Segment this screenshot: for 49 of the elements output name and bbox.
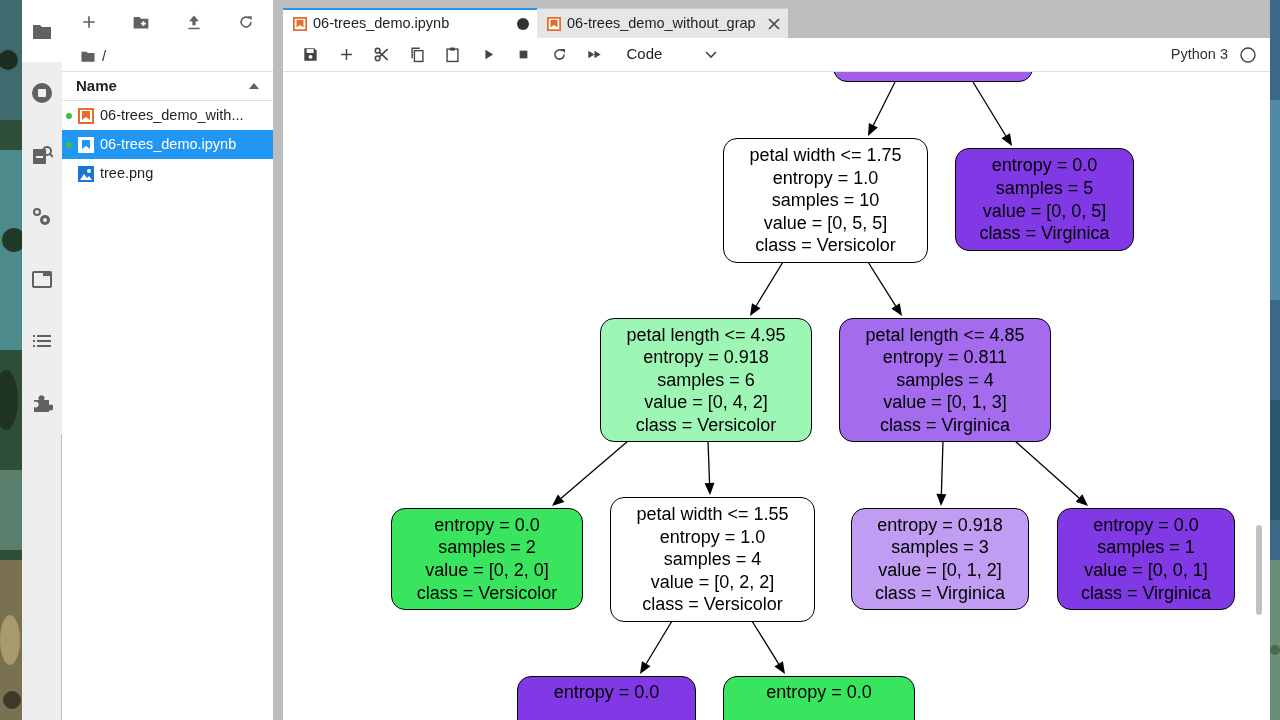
cell-type-dropdown[interactable]: Code	[626, 43, 723, 66]
tree-edge	[704, 440, 715, 495]
tree-node: entropy = 0.918 samples = 3 value = [0, 1, 2] class = Virginica	[851, 508, 1029, 610]
gears-icon[interactable]	[31, 206, 53, 228]
tree-edge	[640, 620, 673, 674]
tree-edge	[868, 81, 896, 136]
column-header[interactable]: Name	[62, 71, 273, 101]
tree-node: entropy = 0.0	[723, 676, 915, 720]
window-icon[interactable]	[31, 268, 53, 290]
tree-edge	[972, 81, 1012, 146]
document-tab[interactable]: 06-trees_demo.ipynb	[283, 8, 537, 38]
image-icon	[78, 165, 94, 182]
tree-edge	[750, 261, 784, 316]
tree-node: petal length <= 4.85 entropy = 0.811 samples = 4 value = [0, 1, 3] class = Virginica	[839, 318, 1051, 442]
document-tab[interactable]: 06-trees_demo_without_grap	[537, 8, 788, 38]
tree-edge	[751, 620, 785, 674]
tree-node: petal length <= 4.95 entropy = 0.918 samples = 6 value = [0, 4, 2] class = Versicolor	[600, 318, 812, 442]
scrollbar-thumb[interactable]	[1256, 525, 1262, 615]
add-icon[interactable]	[80, 13, 98, 31]
stop-circle-icon[interactable]	[31, 82, 53, 104]
kernel-name[interactable]: Python 3	[1170, 43, 1228, 66]
notebook-icon	[78, 107, 94, 124]
breadcrumb[interactable]: /	[102, 44, 107, 68]
notebook-icon	[547, 16, 561, 31]
chevron-down-icon[interactable]	[704, 50, 717, 59]
sidebar-tab[interactable]	[22, 0, 62, 62]
tree-node: petal width <= 1.55 entropy = 1.0 samples = 4 value = [0, 2, 2] class = Versicolor	[610, 497, 815, 622]
sort-arrow-icon[interactable]	[249, 83, 259, 89]
file-row[interactable]: tree.png	[62, 159, 273, 188]
close-icon[interactable]	[768, 17, 780, 30]
save-icon[interactable]	[302, 46, 320, 63]
tree-edge	[867, 261, 902, 316]
tree-node: entropy = 0.0 samples = 5 value = [0, 0, 5] class = Virginica	[955, 148, 1134, 251]
refresh-icon[interactable]	[237, 13, 255, 31]
tree-node: entropy = 0.0 samples = 1 value = [0, 0, 1] class = Virginica	[1057, 508, 1235, 610]
notebook-icon	[78, 136, 94, 153]
file-row[interactable]: 06-trees_demo_with...	[62, 101, 273, 130]
tree-edge	[936, 440, 947, 506]
copy-icon[interactable]	[408, 46, 426, 63]
scissors-icon[interactable]	[373, 46, 391, 63]
clipboard-icon[interactable]	[444, 46, 462, 63]
tree-node: entropy = 0.0 samples = 2 value = [0, 2, 0] class = Versicolor	[391, 508, 583, 610]
kernel-idle-icon	[1240, 46, 1256, 63]
tree-node: entropy = 0.0	[517, 676, 696, 720]
unsaved-dot-icon[interactable]	[517, 18, 529, 30]
tree-node: petal width <= 1.75 entropy = 1.0 samples = 10 value = [0, 5, 5] class = Versicolor	[723, 138, 928, 263]
notebook-icon	[293, 17, 307, 31]
document-search-icon[interactable]	[31, 144, 53, 166]
puzzle-icon[interactable]	[31, 392, 53, 414]
